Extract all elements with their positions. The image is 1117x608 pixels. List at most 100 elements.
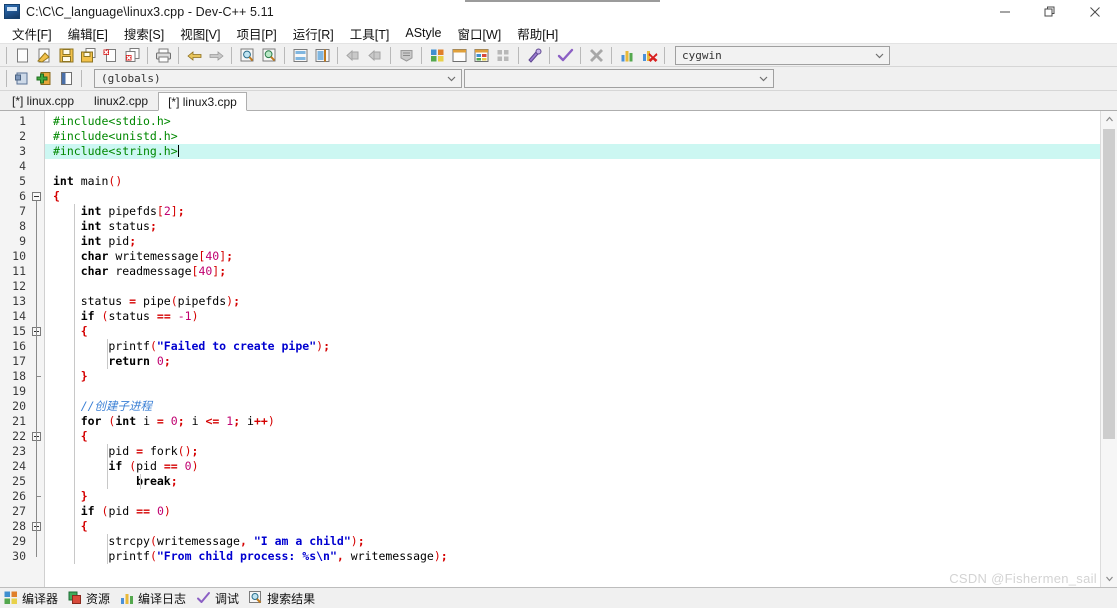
code-line[interactable]: int pipefds[2];	[53, 204, 1117, 219]
goto-line-button[interactable]	[289, 45, 311, 66]
scroll-down-arrow-icon[interactable]	[1101, 570, 1117, 587]
tab-linux2-cpp[interactable]: linux2.cpp	[84, 91, 159, 110]
debug-button[interactable]	[523, 45, 545, 66]
redo-button[interactable]	[205, 45, 227, 66]
code-line[interactable]: if (pid == 0)	[53, 459, 1117, 474]
code-line[interactable]: if (status == -1)	[53, 309, 1117, 324]
goto-function-button[interactable]	[311, 45, 333, 66]
code-line[interactable]: {	[53, 324, 1117, 339]
code-line[interactable]: char readmessage[40];	[53, 264, 1117, 279]
toolbar-divider	[284, 46, 285, 64]
code-line[interactable]: {	[53, 519, 1117, 534]
menu-search[interactable]: 搜索[S]	[116, 22, 172, 45]
menu-project[interactable]: 项目[P]	[228, 22, 284, 45]
run-button[interactable]	[448, 45, 470, 66]
scroll-up-arrow-icon[interactable]	[1101, 111, 1117, 128]
menu-help[interactable]: 帮助[H]	[509, 22, 566, 45]
panel-tab-compiler[interactable]: 编译器	[4, 590, 58, 607]
code-line[interactable]: }	[53, 369, 1117, 384]
panel-tab-compiler-label: 编译器	[22, 591, 59, 606]
open-file-button[interactable]	[33, 45, 55, 66]
panel-tab-compile-log[interactable]: 编译日志	[120, 590, 186, 607]
profile-button[interactable]	[616, 45, 638, 66]
syntax-check-button[interactable]	[554, 45, 576, 66]
code-line[interactable]: printf("Failed to create pipe");	[53, 339, 1117, 354]
class-browser-select[interactable]	[464, 69, 774, 88]
tab-linux3-cpp[interactable]: [*] linux3.cpp	[158, 92, 247, 111]
code-line[interactable]: {	[53, 429, 1117, 444]
code-line[interactable]: //创建子进程	[53, 399, 1117, 414]
code-line[interactable]: #include<unistd.h>	[53, 129, 1117, 144]
code-line[interactable]: return 0;	[53, 354, 1117, 369]
close-all-button[interactable]	[121, 45, 143, 66]
code-line[interactable]: break;	[53, 474, 1117, 489]
save-all-button[interactable]	[77, 45, 99, 66]
bookmark-button[interactable]	[395, 45, 417, 66]
menu-tools[interactable]: 工具[T]	[342, 22, 398, 45]
code-folding-gutter[interactable]	[31, 111, 45, 587]
panel-tab-resources[interactable]: 资源	[68, 590, 110, 607]
code-line[interactable]	[53, 384, 1117, 399]
rebuild-all-button[interactable]	[492, 45, 514, 66]
code-token: <=	[205, 414, 220, 428]
compile-run-button[interactable]	[470, 45, 492, 66]
scrollbar-thumb[interactable]	[1103, 129, 1115, 439]
stop-execution-button[interactable]	[585, 45, 607, 66]
restore-icon[interactable]	[1027, 0, 1072, 23]
code-line[interactable]: status = pipe(pipefds);	[53, 294, 1117, 309]
undo-button[interactable]	[183, 45, 205, 66]
save-button[interactable]	[55, 45, 77, 66]
code-line[interactable]: {	[53, 189, 1117, 204]
code-line[interactable]: }	[53, 489, 1117, 504]
panel-tab-search-results[interactable]: 搜索结果	[249, 590, 315, 607]
code-editor[interactable]: 1 2 3 4 5 6 7 8 9 10 11 12 13 14 15 16 17 18 19 20 21 22 23 24 2…	[0, 111, 1117, 588]
line-number-gutter: 1 2 3 4 5 6 7 8 9 10 11 12 13 14 15 16 17 18 19 20 21 22 23 24 2…	[0, 111, 31, 587]
code-line[interactable]: char writemessage[40];	[53, 249, 1117, 264]
compile-button[interactable]	[426, 45, 448, 66]
find-button[interactable]	[236, 45, 258, 66]
code-line[interactable]: #include<stdio.h>	[53, 114, 1117, 129]
panel-tab-debug[interactable]: 调试	[196, 590, 239, 607]
menu-window[interactable]: 窗口[W]	[450, 22, 510, 45]
back-button[interactable]	[342, 45, 364, 66]
insert-button[interactable]	[11, 68, 33, 89]
scope-globals-select[interactable]: (globals)	[94, 69, 462, 88]
close-file-button[interactable]	[99, 45, 121, 66]
code-text-area[interactable]: #include<stdio.h> #include<unistd.h> #incl…	[45, 111, 1117, 587]
code-line[interactable]	[53, 279, 1117, 294]
menu-file[interactable]: 文件[F]	[4, 22, 60, 45]
tab-linux-cpp[interactable]: [*] linux.cpp	[2, 91, 85, 110]
delete-profile-button[interactable]	[638, 45, 660, 66]
line-number: 26	[12, 489, 26, 503]
menu-run[interactable]: 运行[R]	[285, 22, 342, 45]
code-line[interactable]: strcpy(writemessage, "I am a child");	[53, 534, 1117, 549]
code-line[interactable]: int pid;	[53, 234, 1117, 249]
close-icon[interactable]	[1072, 0, 1117, 23]
fold-collapse-icon[interactable]	[32, 192, 41, 201]
resources-icon	[68, 591, 82, 605]
minimize-icon[interactable]	[982, 0, 1027, 23]
code-line[interactable]: int main()	[53, 174, 1117, 189]
code-line[interactable]: printf("From child process: %s\n", write…	[53, 549, 1117, 564]
code-line[interactable]	[53, 159, 1117, 174]
line-number: 6	[19, 189, 26, 203]
print-button[interactable]	[152, 45, 174, 66]
compiler-set-select[interactable]: cygwin	[675, 45, 890, 65]
code-line[interactable]: for (int i = 0; i <= 1; i++)	[53, 414, 1117, 429]
new-file-button[interactable]	[11, 45, 33, 66]
menu-view[interactable]: 视图[V]	[172, 22, 228, 45]
code-token: ;	[149, 219, 157, 233]
toolbar-divider	[549, 46, 550, 64]
replace-button[interactable]	[258, 45, 280, 66]
code-line[interactable]: #include<string.h>	[45, 144, 1117, 159]
forward-button[interactable]	[364, 45, 386, 66]
editor-vertical-scrollbar[interactable]	[1100, 111, 1117, 587]
toggle-breakpoint-button[interactable]	[33, 68, 55, 89]
menu-astyle[interactable]: AStyle	[397, 24, 449, 42]
menu-edit[interactable]: 编辑[E]	[60, 22, 116, 45]
code-line[interactable]: pid = fork();	[53, 444, 1117, 459]
code-line[interactable]: int status;	[53, 219, 1117, 234]
code-line[interactable]: if (pid == 0)	[53, 504, 1117, 519]
toggle-panel-button[interactable]	[55, 68, 77, 89]
